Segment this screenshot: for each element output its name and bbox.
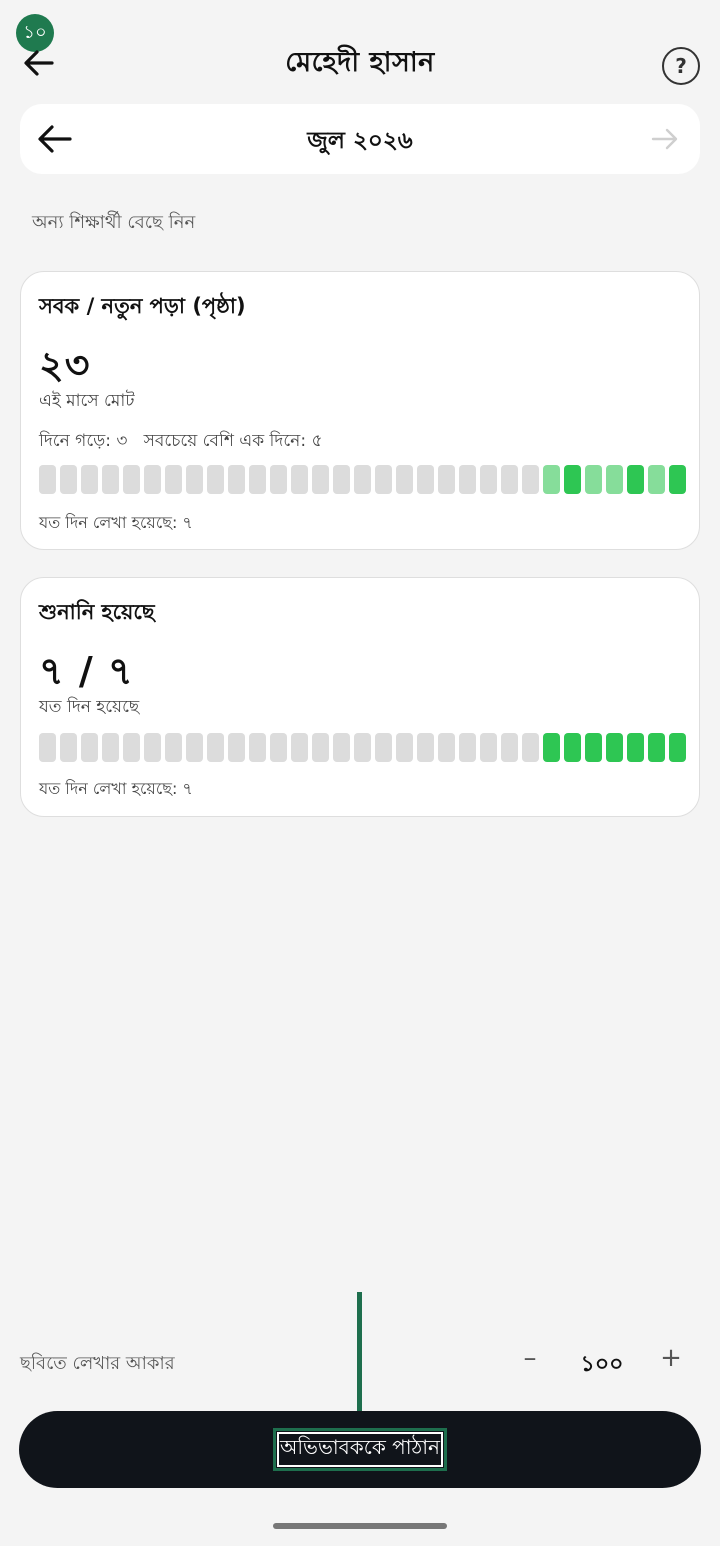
day-cell bbox=[564, 465, 581, 494]
day-cell bbox=[648, 465, 665, 494]
lesson-pages-card: সবক / নতুন পড়া (পৃষ্ঠা) ২৩ এই মাসে মোট … bbox=[20, 271, 700, 550]
day-cell bbox=[312, 465, 329, 494]
day-cell bbox=[564, 733, 581, 762]
card-value-caption: এই মাসে মোট bbox=[39, 391, 135, 411]
day-cell bbox=[60, 465, 77, 494]
day-cell bbox=[270, 465, 287, 494]
day-cell bbox=[102, 733, 119, 762]
day-cell bbox=[228, 733, 245, 762]
day-cell bbox=[585, 465, 602, 494]
day-cell bbox=[186, 733, 203, 762]
text-size-value: ১০০ bbox=[580, 1352, 624, 1377]
day-cell bbox=[669, 465, 686, 494]
day-cell bbox=[501, 465, 518, 494]
day-cell bbox=[165, 465, 182, 494]
day-cell bbox=[648, 733, 665, 762]
day-cell bbox=[543, 465, 560, 494]
day-cell bbox=[123, 733, 140, 762]
day-cell bbox=[459, 733, 476, 762]
day-cell bbox=[606, 465, 623, 494]
card-footer: যত দিন লেখা হয়েছে: ৭ bbox=[39, 779, 193, 798]
day-cell bbox=[165, 733, 182, 762]
recitation-card: শুনানি হয়েছে ৭ / ৭ যত দিন হয়েছে যত দিন… bbox=[20, 577, 700, 817]
day-cell bbox=[270, 733, 287, 762]
day-cell bbox=[39, 733, 56, 762]
day-cell bbox=[333, 465, 350, 494]
day-cell bbox=[396, 465, 413, 494]
day-cell bbox=[627, 465, 644, 494]
day-cell bbox=[522, 733, 539, 762]
day-cell bbox=[291, 733, 308, 762]
day-cell bbox=[396, 733, 413, 762]
increase-size-button[interactable]: + bbox=[656, 1343, 686, 1373]
day-cell bbox=[144, 733, 161, 762]
day-cell bbox=[480, 465, 497, 494]
home-indicator bbox=[273, 1523, 447, 1529]
day-cell bbox=[606, 733, 623, 762]
day-cell bbox=[480, 733, 497, 762]
card-stats: দিনে গড়ে: ৩ সবচেয়ে বেশি এক দিনে: ৫ bbox=[39, 431, 323, 451]
day-cell bbox=[354, 465, 371, 494]
day-strip bbox=[39, 733, 686, 762]
day-cell bbox=[249, 733, 266, 762]
send-to-guardian-button[interactable]: অভিভাবককে পাঠান bbox=[19, 1411, 701, 1488]
day-cell bbox=[60, 733, 77, 762]
day-cell bbox=[186, 465, 203, 494]
day-cell bbox=[522, 465, 539, 494]
day-cell bbox=[438, 733, 455, 762]
day-cell bbox=[144, 465, 161, 494]
day-cell bbox=[627, 733, 644, 762]
day-cell bbox=[438, 465, 455, 494]
day-cell bbox=[417, 465, 434, 494]
day-cell bbox=[291, 465, 308, 494]
day-cell bbox=[543, 733, 560, 762]
decrease-size-button[interactable]: – bbox=[515, 1343, 545, 1373]
card-value-caption: যত দিন হয়েছে bbox=[39, 697, 140, 717]
pointer-arrow bbox=[357, 1292, 362, 1426]
day-cell bbox=[501, 733, 518, 762]
choose-another-student-link[interactable]: অন্য শিক্ষার্থী বেছে নিন bbox=[32, 208, 195, 239]
day-cell bbox=[102, 465, 119, 494]
card-title: সবক / নতুন পড়া (পৃষ্ঠা) bbox=[39, 294, 246, 318]
day-cell bbox=[207, 733, 224, 762]
day-cell bbox=[375, 733, 392, 762]
day-cell bbox=[81, 733, 98, 762]
day-cell bbox=[669, 733, 686, 762]
day-cell bbox=[585, 733, 602, 762]
text-size-label: ছবিতে লেখার আকার bbox=[20, 1353, 175, 1374]
day-cell bbox=[228, 465, 245, 494]
day-cell bbox=[459, 465, 476, 494]
day-cell bbox=[333, 733, 350, 762]
day-cell bbox=[375, 465, 392, 494]
day-cell bbox=[417, 733, 434, 762]
day-cell bbox=[249, 465, 266, 494]
month-label: জুল ২০২৬ bbox=[307, 128, 413, 154]
day-cell bbox=[312, 733, 329, 762]
month-selector: জুল ২০২৬ bbox=[20, 104, 700, 174]
card-title: শুনানি হয়েছে bbox=[39, 600, 155, 624]
next-month-arrow-icon[interactable] bbox=[650, 124, 680, 154]
day-cell bbox=[39, 465, 56, 494]
day-strip bbox=[39, 465, 686, 494]
day-cell bbox=[123, 465, 140, 494]
help-button[interactable]: ? bbox=[662, 47, 700, 85]
day-cell bbox=[81, 465, 98, 494]
day-cell bbox=[207, 465, 224, 494]
help-icon: ? bbox=[675, 54, 687, 78]
day-cell bbox=[354, 733, 371, 762]
card-footer: যত দিন লেখা হয়েছে: ৭ bbox=[39, 513, 193, 532]
send-button-label: অভিভাবককে পাঠান bbox=[273, 1428, 447, 1471]
page-title: মেহেদী হাসান bbox=[285, 47, 435, 78]
